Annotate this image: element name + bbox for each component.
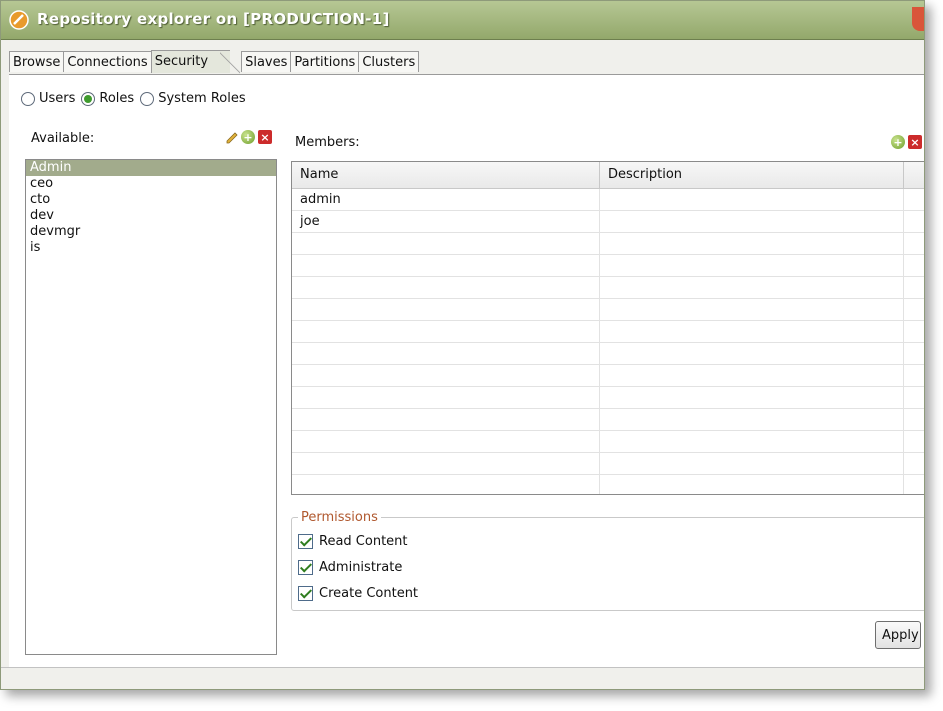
tab-slaves[interactable]: Slaves bbox=[241, 51, 292, 72]
checkbox-administrate[interactable]: Administrate bbox=[298, 560, 402, 575]
table-row-empty bbox=[292, 431, 924, 453]
table-row-empty bbox=[292, 277, 924, 299]
close-icon[interactable] bbox=[912, 7, 924, 31]
radio-users-circle[interactable] bbox=[21, 91, 35, 106]
table-row-empty bbox=[292, 475, 924, 494]
checkbox-create-content[interactable]: Create Content bbox=[298, 586, 418, 601]
list-item[interactable]: dev bbox=[26, 208, 276, 224]
members-label: Members: bbox=[295, 135, 360, 150]
table-row-empty bbox=[292, 255, 924, 277]
radio-roles-circle[interactable] bbox=[81, 91, 96, 106]
pencil-icon[interactable] bbox=[225, 131, 239, 145]
create-content-checkbox[interactable] bbox=[298, 586, 313, 601]
available-roles-list[interactable]: Admin ceo cto dev devmgr is bbox=[25, 159, 277, 655]
status-bar bbox=[1, 667, 924, 689]
table-row-empty bbox=[292, 453, 924, 475]
table-row-empty bbox=[292, 321, 924, 343]
tab-connections[interactable]: Connections bbox=[63, 51, 152, 72]
table-row-empty bbox=[292, 299, 924, 321]
column-header-description[interactable]: Description bbox=[600, 162, 904, 188]
add-member-icon[interactable]: + bbox=[891, 135, 905, 149]
create-content-label: Create Content bbox=[319, 586, 419, 601]
table-row-empty bbox=[292, 233, 924, 255]
member-description bbox=[600, 189, 904, 210]
security-panel: Users Roles System Roles Available: + × … bbox=[9, 75, 924, 689]
read-content-label: Read Content bbox=[319, 534, 408, 549]
table-row-empty bbox=[292, 343, 924, 365]
administrate-label: Administrate bbox=[319, 560, 403, 575]
table-row[interactable]: joe bbox=[292, 211, 924, 233]
list-item[interactable]: is bbox=[26, 240, 276, 256]
radio-roles[interactable]: Roles bbox=[81, 91, 134, 106]
radio-system-roles[interactable]: System Roles bbox=[140, 91, 246, 106]
title-bar[interactable]: Repository explorer on [PRODUCTION-1] bbox=[1, 1, 924, 40]
permissions-group: Permissions Read Content Administrate Cr… bbox=[291, 510, 924, 611]
tab-partitions[interactable]: Partitions bbox=[290, 51, 360, 72]
available-label: Available: bbox=[31, 131, 95, 146]
members-table: Name Description admin joe bbox=[291, 161, 924, 495]
member-name: admin bbox=[292, 189, 600, 210]
tab-browse[interactable]: Browse bbox=[9, 51, 65, 72]
radio-system-roles-circle[interactable] bbox=[140, 91, 155, 106]
spoon-app-icon bbox=[9, 10, 29, 30]
member-name: joe bbox=[292, 211, 600, 232]
list-item[interactable]: ceo bbox=[26, 176, 276, 192]
repository-explorer-window: Repository explorer on [PRODUCTION-1] Br… bbox=[0, 0, 925, 690]
radio-roles-label: Roles bbox=[99, 91, 135, 106]
table-row-empty bbox=[292, 387, 924, 409]
window-title: Repository explorer on [PRODUCTION-1] bbox=[37, 10, 390, 28]
administrate-checkbox[interactable] bbox=[298, 560, 313, 575]
add-role-icon[interactable]: + bbox=[241, 130, 255, 144]
list-item[interactable]: cto bbox=[26, 192, 276, 208]
apply-button[interactable]: Apply bbox=[875, 621, 921, 649]
table-row-empty bbox=[292, 409, 924, 431]
mode-radio-group: Users Roles System Roles bbox=[21, 91, 250, 106]
checkbox-read-content[interactable]: Read Content bbox=[298, 534, 408, 549]
table-row[interactable]: admin bbox=[292, 189, 924, 211]
member-description bbox=[600, 211, 904, 232]
column-header-name[interactable]: Name bbox=[292, 162, 600, 188]
tab-bar: Browse Connections Security Slaves Parti… bbox=[9, 50, 420, 75]
read-content-checkbox[interactable] bbox=[298, 534, 313, 549]
tab-security[interactable]: Security bbox=[150, 50, 241, 75]
radio-system-roles-label: System Roles bbox=[158, 91, 246, 106]
table-row-empty bbox=[292, 365, 924, 387]
tab-clusters[interactable]: Clusters bbox=[358, 51, 420, 72]
radio-users[interactable]: Users bbox=[21, 91, 75, 106]
delete-member-icon[interactable]: × bbox=[908, 135, 922, 149]
list-item[interactable]: Admin bbox=[26, 160, 276, 176]
radio-users-label: Users bbox=[39, 91, 76, 106]
members-table-header: Name Description bbox=[292, 162, 924, 189]
delete-role-icon[interactable]: × bbox=[258, 130, 272, 144]
permissions-title: Permissions bbox=[298, 510, 381, 525]
list-item[interactable]: devmgr bbox=[26, 224, 276, 240]
